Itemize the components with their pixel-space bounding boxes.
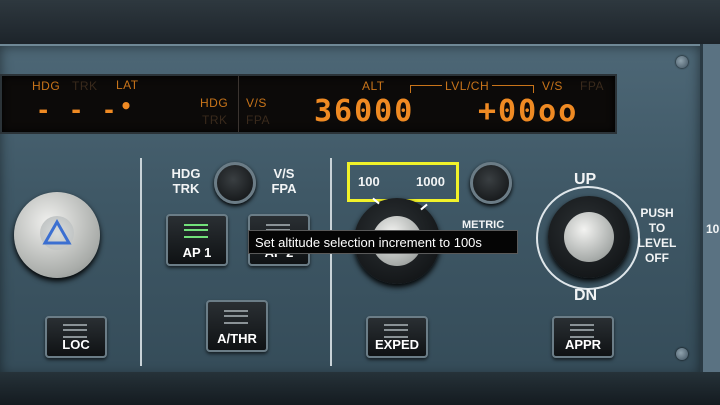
athr-button[interactable]: A/THR [206, 300, 268, 352]
right-panel-edge [700, 44, 720, 374]
edge-digits: 10 [706, 222, 720, 236]
lat-indicator-dot: • [120, 94, 135, 118]
lvlch-label: LVL/CH [442, 79, 493, 93]
trk-lower-label: TRK [202, 113, 228, 127]
appr-button-label: APPR [564, 337, 602, 352]
athr-button-label: A/THR [217, 331, 257, 346]
hdg-vs-trk-fpa-button[interactable] [214, 162, 256, 204]
appr-indicator-light [570, 324, 594, 338]
triangle-icon [42, 218, 72, 245]
lat-label: LAT [116, 78, 139, 92]
alt-label: ALT [362, 79, 385, 93]
section-divider [140, 158, 142, 366]
hdg-trk-label: HDG TRK [171, 166, 201, 196]
vs-dn-label: DN [574, 287, 598, 304]
vertical-speed-value: +00oo [478, 94, 579, 129]
heading-value: - - - [36, 96, 119, 124]
vs-right-label: V/S [542, 79, 563, 93]
vs-fpa-label: V/S FPA [271, 166, 297, 196]
vs-knob-cap [564, 212, 614, 262]
ap1-button-label: AP 1 [182, 245, 212, 260]
screw-icon [676, 56, 688, 68]
hdg-vs-label: HDG [200, 96, 229, 110]
fpa-lower-label: FPA [246, 113, 270, 127]
fcu-display: HDG TRK LAT - - - • HDG V/S TRK FPA ALT … [0, 74, 617, 134]
exped-button-label: EXPED [374, 337, 420, 352]
vs-up-label: UP [574, 171, 597, 188]
heading-knob[interactable] [14, 192, 100, 278]
loc-button-label: LOC [62, 337, 90, 352]
tooltip: Set altitude selection increment to 100s [248, 230, 518, 254]
vs-knob[interactable] [548, 196, 630, 278]
ap1-button[interactable]: AP 1 [166, 214, 228, 266]
exped-indicator-light [384, 324, 408, 338]
appr-button[interactable]: APPR [552, 316, 614, 358]
bottom-glareshield [0, 372, 720, 405]
metric-alt-button[interactable] [470, 162, 512, 204]
top-glareshield [0, 0, 720, 46]
loc-indicator-light [63, 324, 87, 338]
section-divider [330, 158, 332, 366]
heading-knob-center [40, 216, 74, 250]
ap1-indicator-light [184, 224, 208, 238]
trk-label: TRK [72, 79, 98, 93]
athr-indicator-light [224, 310, 248, 324]
fpa-right-label: FPA [580, 79, 604, 93]
hdg-label: HDG [32, 79, 61, 93]
screw-icon [676, 348, 688, 360]
exped-button[interactable]: EXPED [366, 316, 428, 358]
display-separator [238, 76, 239, 132]
loc-button[interactable]: LOC [45, 316, 107, 358]
altitude-value: 36000 [314, 94, 415, 129]
push-to-level-off-label: PUSH TO LEVEL OFF [637, 206, 677, 265]
increment-selector-highlight [347, 162, 459, 202]
vs-label: V/S [246, 96, 267, 110]
